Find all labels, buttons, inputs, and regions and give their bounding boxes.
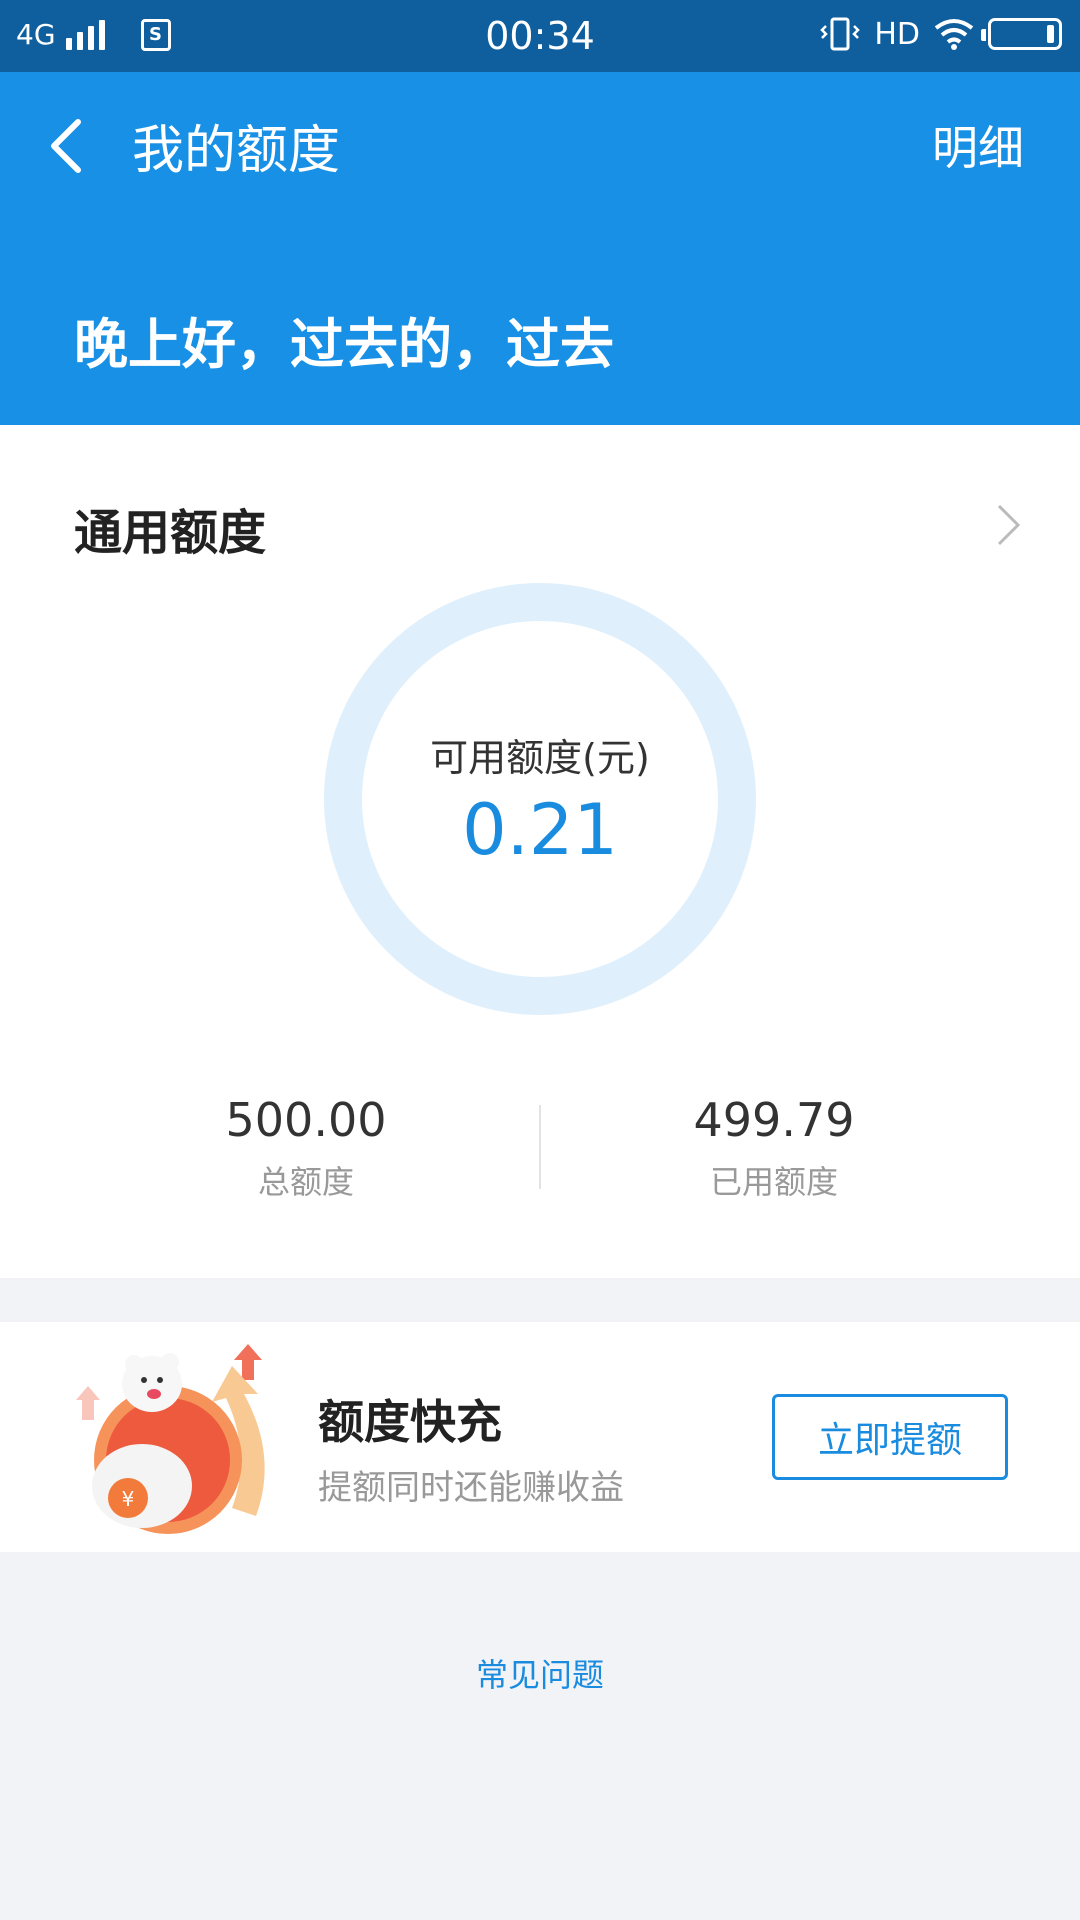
total-credit-value: 500.00 xyxy=(225,1093,387,1147)
header: 我的额度 明细 晚上好，过去的，过去 xyxy=(0,72,1080,425)
credit-card-title[interactable]: 通用额度 xyxy=(74,493,266,563)
faq-link[interactable]: 常见问题 xyxy=(0,1650,1080,1696)
promo-subtitle: 提额同时还能赚收益 xyxy=(318,1468,624,1508)
status-bar: 4G S 00:34 HD xyxy=(0,0,1080,72)
hd-label: HD xyxy=(874,16,920,52)
stat-divider xyxy=(539,1105,541,1189)
quick-credit-promo: ¥ 额度快充 提额同时还能赚收益 立即提额 xyxy=(0,1322,1080,1552)
total-credit-label: 总额度 xyxy=(257,1163,354,1201)
wifi-icon xyxy=(934,19,974,50)
credit-card: 通用额度 可用额度(元) 0.21 500.00 总额度 499.79 已用额度 xyxy=(0,425,1080,1278)
promo-title: 额度快充 xyxy=(318,1395,502,1449)
available-credit-value: 0.21 xyxy=(462,789,618,871)
svg-text:¥: ¥ xyxy=(122,1487,135,1511)
used-credit-stat: 499.79 已用额度 xyxy=(594,1093,954,1203)
used-credit-label: 已用额度 xyxy=(709,1163,838,1201)
total-credit-stat: 500.00 总额度 xyxy=(126,1093,486,1203)
battery-icon xyxy=(981,18,1062,50)
back-arrow-icon[interactable] xyxy=(44,116,88,176)
page-title: 我的额度 xyxy=(132,121,341,181)
vibrate-icon xyxy=(820,17,861,51)
used-credit-value: 499.79 xyxy=(693,1093,855,1147)
available-credit-label: 可用额度(元) xyxy=(430,736,650,780)
mascot-money-bag-icon: ¥ xyxy=(76,1344,265,1534)
status-bar-right: HD xyxy=(820,16,1062,52)
detail-link[interactable]: 明细 xyxy=(932,112,1024,178)
greeting-text: 晚上好，过去的，过去 xyxy=(74,313,614,376)
raise-credit-button[interactable]: 立即提额 xyxy=(772,1394,1008,1480)
chevron-right-icon[interactable] xyxy=(996,503,1022,547)
